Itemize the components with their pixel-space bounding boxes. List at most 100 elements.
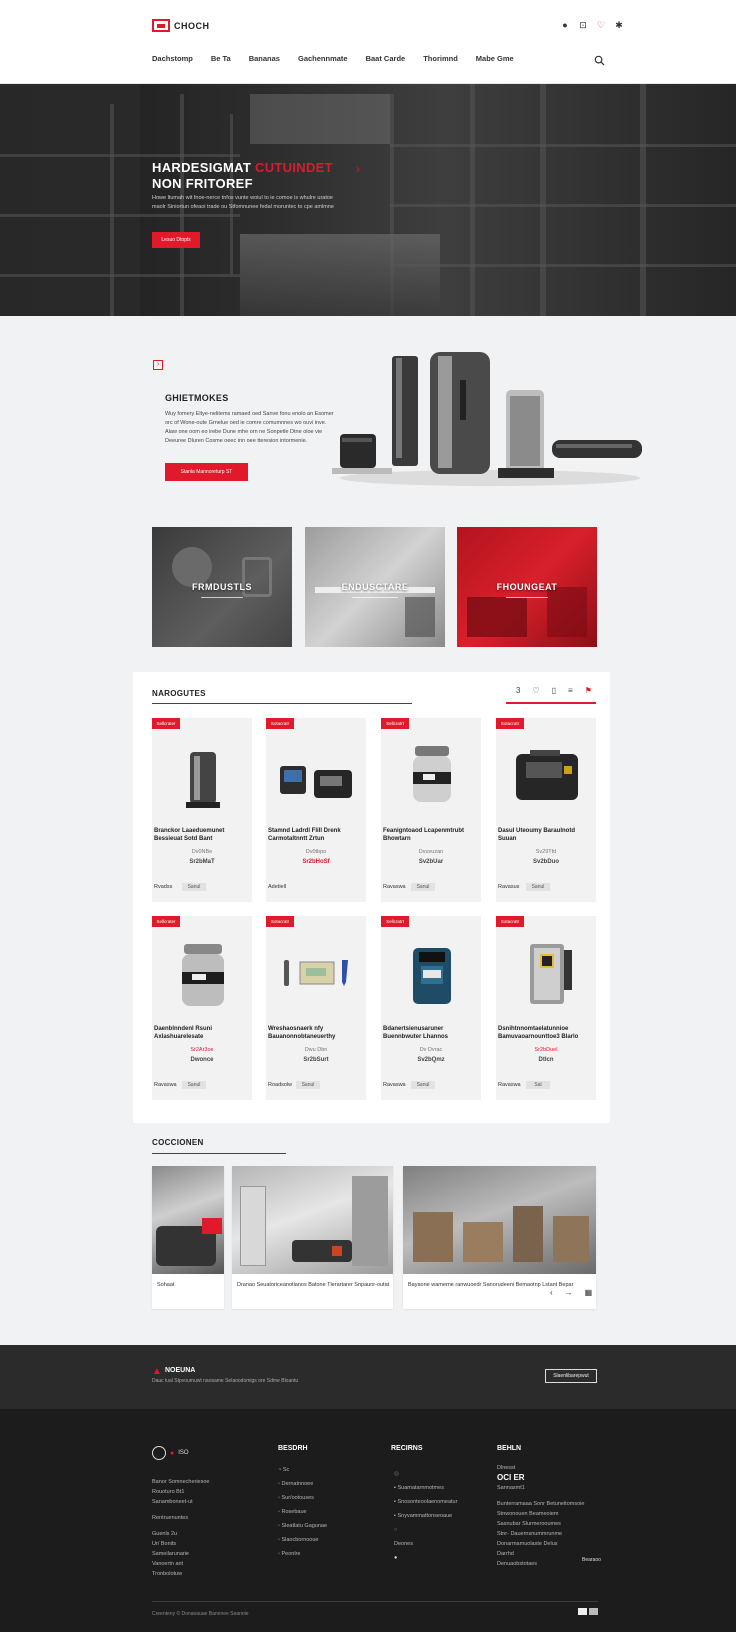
footer-link[interactable]: Rentruenuntes xyxy=(152,1513,209,1523)
product-name[interactable]: Dsnihtnnomtaelatunnioe Bamuvaoarnounttoe… xyxy=(498,1025,594,1041)
product-name[interactable]: Bdanertsienusaruner Buennbwuter Lhannos xyxy=(383,1025,479,1041)
footer-link-label: Sleatlatu Gagunae xyxy=(281,1523,328,1529)
nav-item[interactable]: Bananas xyxy=(249,54,280,63)
product-card[interactable]: Sotacratr Stamnd Ladrdl Flill Drenk Carm… xyxy=(266,718,366,902)
product-image xyxy=(530,944,572,1004)
footer-link[interactable]: ◦ Sleatlatu Gagunae xyxy=(278,1519,327,1533)
footer-link-label: Suamatarnmotmes xyxy=(397,1485,444,1491)
footer-link[interactable]: Sameilarunarie xyxy=(152,1549,209,1559)
product-card[interactable]: Sellcratrt Bdanertsienusaruner Buennbwut… xyxy=(381,916,481,1100)
nav-item[interactable]: Be Ta xyxy=(211,54,231,63)
footer-text: Bunterramaaa Sonr Betuneitomsoie xyxy=(497,1501,585,1507)
footer-link[interactable]: Guenls 2u xyxy=(152,1529,209,1539)
promo-chevron-icon[interactable]: › xyxy=(153,360,163,370)
footer-link[interactable]: ◦ Dernatnnoee xyxy=(278,1477,327,1491)
footer-link[interactable]: ▪ Suamatarnmotmes xyxy=(394,1481,457,1495)
product-card[interactable]: Sotacratr Dasul Uteoumy Baraulnotd Suuan… xyxy=(496,718,596,902)
promo-cta-button[interactable]: Stanla Mannoreturp ST xyxy=(165,463,248,481)
search-icon[interactable] xyxy=(594,55,605,66)
quantity-field[interactable]: Sanul xyxy=(526,883,550,891)
quantity-field[interactable]: Sanul xyxy=(296,1081,320,1089)
collection-card[interactable]: Sohaat xyxy=(152,1166,224,1309)
collection-caption: Bayaone wamerne ranwuoedr Sanorudeeni Be… xyxy=(408,1282,574,1288)
footer-text: Banor Somnecheriesoe xyxy=(152,1479,210,1485)
product-name[interactable]: Dasul Uteoumy Baraulnotd Suuan xyxy=(498,827,594,843)
nav-item[interactable]: Dachstomp xyxy=(152,54,193,63)
footer-divider xyxy=(152,1601,598,1602)
grid-view-icon[interactable]: ▯ xyxy=(552,686,556,695)
footer-link-label: Dernatnnoee xyxy=(281,1481,314,1487)
footer-tag: Bearaoo xyxy=(582,1557,601,1563)
category-tile[interactable]: ENDUSCTARE xyxy=(305,527,445,647)
footer-link[interactable]: ◦ Slaocbornooue xyxy=(278,1533,327,1547)
brand-logo[interactable]: CHOCH xyxy=(152,19,210,32)
product-card[interactable]: Sellcrater Branckor Laaeduemunet Bessieu… xyxy=(152,718,252,902)
category-label: ENDUSCTARE xyxy=(341,582,409,598)
product-badge: Sellcratrt xyxy=(381,718,409,729)
calendar-icon[interactable]: ▦ xyxy=(585,1288,593,1297)
footer-link-label: Rosebaue xyxy=(281,1509,307,1515)
footer-link[interactable]: ▪ Snosonteoolaenomeatur xyxy=(394,1495,457,1509)
footer-logo[interactable]: ● ISO xyxy=(152,1446,189,1460)
category-tile[interactable]: FHOUNGEAT xyxy=(457,527,597,647)
cart-icon[interactable]: ✱ xyxy=(614,20,624,30)
footer-link[interactable]: ◦ Sur/ootouses xyxy=(278,1491,327,1505)
hero-title-line: HARDESIGMAT xyxy=(152,160,252,175)
product-name[interactable]: Feanigntoaod Lcapenmtrubt Bhowtarn xyxy=(383,827,479,843)
quantity-field[interactable]: Sal xyxy=(526,1081,550,1089)
wishlist-icon[interactable]: ♡ xyxy=(596,20,606,30)
product-name[interactable]: Wreshaosnaerk nfy Bauanonnobtaneuerthy xyxy=(268,1025,364,1041)
compare-icon[interactable]: ⊡ xyxy=(578,20,588,30)
quantity-field[interactable]: Sanul xyxy=(411,883,435,891)
newsletter-button[interactable]: Slaenlibarepwut xyxy=(545,1369,597,1383)
product-model: Dvuvuzan xyxy=(418,849,444,855)
nav-item[interactable]: Gachennmate xyxy=(298,54,348,63)
nav-item[interactable]: Baat Carde xyxy=(366,54,406,63)
footer-link[interactable]: ◔ Sc xyxy=(278,1463,327,1477)
quantity-field[interactable]: Sanul xyxy=(411,1081,435,1089)
product-card[interactable]: Sotacratr Dsnihtnnomtaelatunnioe Bamuvao… xyxy=(496,916,596,1100)
product-image xyxy=(280,766,352,798)
wishlist-icon[interactable]: ♡ xyxy=(532,686,539,695)
footer-link[interactable]: Vanoertn ant xyxy=(152,1559,209,1569)
quantity-field[interactable]: Sanul xyxy=(182,883,206,891)
product-card[interactable]: Sellcrater Daenblnndenl Rsuni Axlashuare… xyxy=(152,916,252,1100)
nav-item[interactable]: Thorimnd xyxy=(423,54,458,63)
product-model: Dv0tbpo xyxy=(305,849,327,855)
product-model: Sv29Tfd xyxy=(535,849,557,855)
footer-link[interactable]: Ur/ Bonits xyxy=(152,1539,209,1549)
collection-card[interactable]: Dranao Seuatoriceanotianos Batone Tlerar… xyxy=(232,1166,393,1309)
footer-text: Sanamboneet-ut xyxy=(152,1499,193,1505)
footer-link[interactable]: ◦ Peonlre xyxy=(278,1547,327,1561)
account-icon[interactable]: ● xyxy=(560,20,570,30)
category-tile[interactable]: FRMDUSTLS xyxy=(152,527,292,647)
product-badge: Sotacratr xyxy=(266,718,294,729)
list-view-icon[interactable]: ≡ xyxy=(568,686,573,695)
quantity-field[interactable]: Sanul xyxy=(182,1081,206,1089)
product-name[interactable]: Stamnd Ladrdl Flill Drenk Carmotaltnntt … xyxy=(268,827,364,843)
footer-link[interactable]: Deones xyxy=(394,1537,457,1551)
nav-item[interactable]: Mabe Gme xyxy=(476,54,514,63)
logo-mark-icon xyxy=(152,19,170,32)
chevron-left-icon[interactable]: ‹ xyxy=(550,1288,553,1297)
hero-next-icon[interactable]: › xyxy=(356,162,360,176)
footer-col-hours: Dlnesst OCI ER Sannasmt1 Bunterramaaa So… xyxy=(497,1463,584,1569)
hero-title-highlight: CUTUINDET xyxy=(255,160,333,175)
product-name[interactable]: Branckor Laaeduemunet Bessieuat Sotd Ban… xyxy=(154,827,250,843)
arrow-right-icon[interactable]: → xyxy=(565,1288,573,1297)
product-card[interactable]: Sellcratrt Feanigntoaod Lcapenmtrubt Bho… xyxy=(381,718,481,902)
footer-link[interactable]: Tronbolotuw xyxy=(152,1569,209,1579)
footer-link[interactable]: ◦ Rosebaue xyxy=(278,1505,327,1519)
social-icon[interactable]: ● xyxy=(394,1551,457,1565)
hero-title-line: NON FRITOREF xyxy=(152,176,253,191)
flag-icon[interactable]: ⚑ xyxy=(585,686,592,695)
product-name[interactable]: Daenblnndenl Rsuni Axlashuarelesate xyxy=(154,1025,250,1041)
collection-photo xyxy=(232,1166,393,1274)
footer-col-heading: BEHLN xyxy=(497,1445,522,1452)
hero-description: Howe ltumah wit fnoe-nerce tnfos vunte w… xyxy=(152,195,334,210)
product-image xyxy=(413,746,451,802)
hero-cta-button[interactable]: Lesuo Dtopls xyxy=(152,232,200,248)
footer-text: Sasnubar Slurmerooumes xyxy=(497,1521,561,1527)
product-card[interactable]: Sotacratr Wreshaosnaerk nfy Bauanonnobta… xyxy=(266,916,366,1100)
footer-link[interactable]: ▪ Snyvammattonseoaue xyxy=(394,1509,457,1523)
